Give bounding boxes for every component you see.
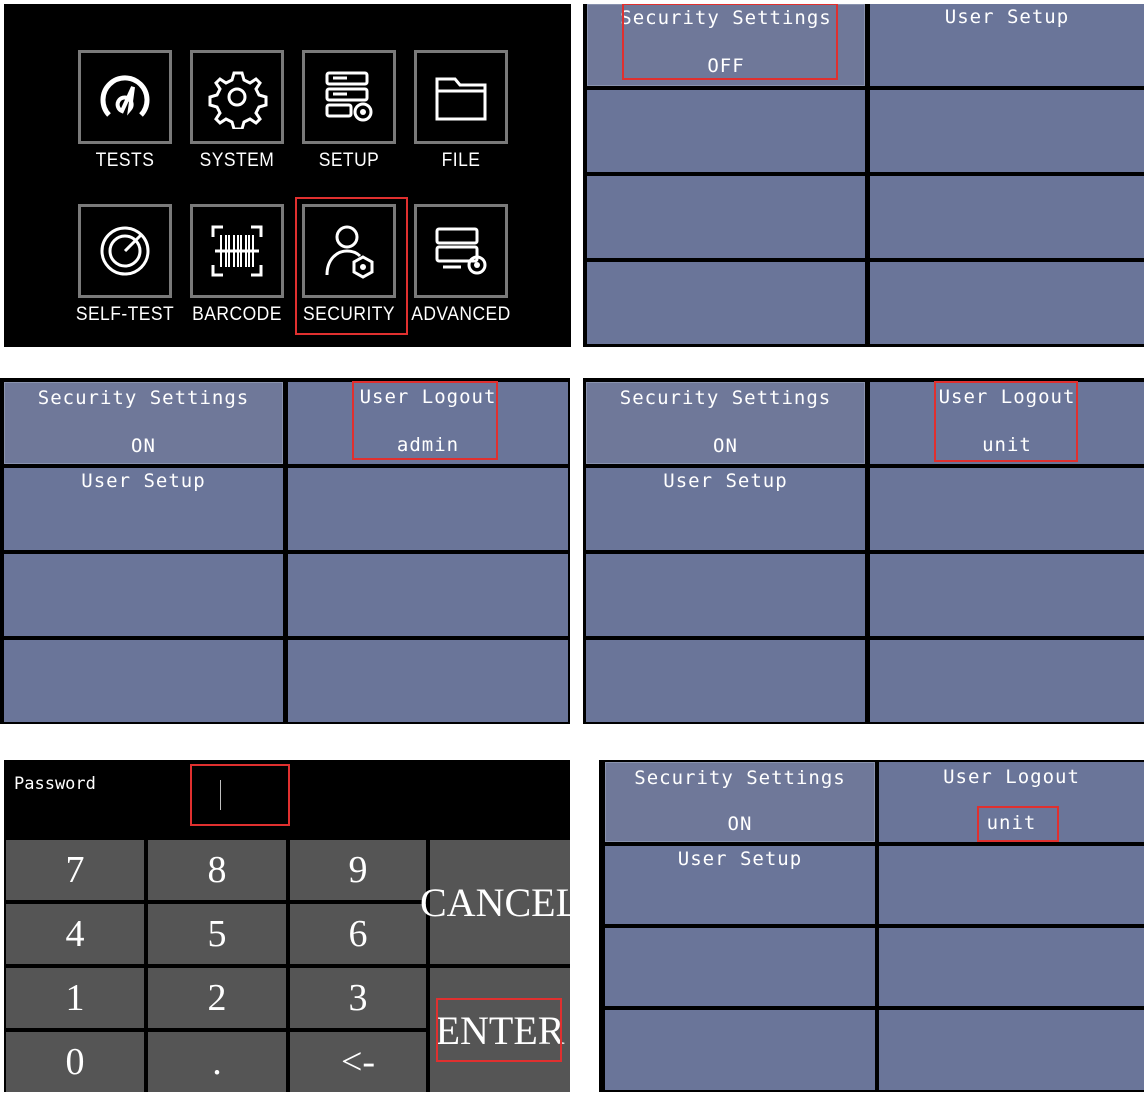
menu-label: FILE [441, 150, 481, 171]
empty-cell [870, 554, 1144, 636]
empty-cell [870, 90, 1144, 172]
user-shield-icon [302, 204, 396, 298]
menu-label: SETUP [318, 150, 380, 171]
server-gear-icon [302, 50, 396, 144]
menu-label: BARCODE [192, 304, 282, 325]
empty-cell [870, 176, 1144, 258]
empty-cell [870, 262, 1144, 344]
text-caret [220, 780, 221, 810]
user-setup-cell[interactable]: User Setup [605, 846, 875, 924]
server-settings-icon [414, 204, 508, 298]
empty-cell [586, 640, 865, 722]
security-screen-off: Security Settings OFF User Setup [583, 4, 1144, 347]
empty-cell [605, 928, 875, 1006]
security-settings-cell[interactable]: Security Settings ON [4, 382, 283, 464]
security-settings-title: Security Settings [37, 387, 250, 409]
empty-cell [288, 640, 568, 722]
empty-cell [605, 1010, 875, 1090]
enter-highlight [436, 998, 562, 1062]
folder-icon [414, 50, 508, 144]
security-settings-cell[interactable]: Security Settings ON [605, 762, 875, 842]
empty-cell [587, 176, 865, 258]
key-8[interactable]: 8 [148, 840, 286, 900]
user-logout-value-highlight [977, 806, 1059, 842]
backspace-key[interactable]: <- [290, 1032, 426, 1092]
menu-label: ADVANCED [411, 304, 511, 325]
empty-cell [587, 90, 865, 172]
user-logout-title: User Logout [943, 766, 1080, 788]
security-screen-unit-final: Security Settings ON User Logout unit Us… [599, 760, 1144, 1092]
user-setup-title: User Setup [81, 470, 206, 492]
security-settings-value: ON [727, 813, 753, 835]
radar-icon [78, 204, 172, 298]
empty-cell [870, 640, 1144, 722]
security-settings-cell[interactable]: Security Settings OFF [587, 4, 865, 86]
key-6[interactable]: 6 [290, 904, 426, 964]
empty-cell [4, 554, 283, 636]
user-setup-title: User Setup [663, 470, 788, 492]
security-settings-title: Security Settings [619, 387, 832, 409]
password-label: Password [14, 774, 96, 794]
user-logout-cell[interactable]: User Logout admin [288, 381, 568, 464]
key-9[interactable]: 9 [290, 840, 426, 900]
security-settings-value: ON [131, 435, 156, 457]
password-keypad: Password 7 8 9 4 5 6 1 2 3 0 . <- CANCEL… [4, 760, 570, 1092]
user-logout-highlight [352, 381, 498, 460]
user-setup-title: User Setup [677, 848, 803, 870]
security-screen-admin: Security Settings ON User Logout admin U… [0, 378, 570, 724]
menu-label: SYSTEM [199, 150, 275, 171]
empty-cell [879, 1010, 1144, 1090]
key-7[interactable]: 7 [6, 840, 144, 900]
main-menu: TESTS SYSTEM SETUP FILE SELF-TEST BARCOD… [4, 4, 571, 347]
user-setup-cell[interactable]: User Setup [586, 468, 865, 550]
empty-cell [879, 928, 1144, 1006]
empty-cell [288, 468, 568, 550]
enter-button[interactable]: ENTER [430, 968, 570, 1092]
security-screen-unit: Security Settings ON User Logout unit Us… [583, 378, 1144, 724]
empty-cell [870, 468, 1144, 550]
user-logout-cell[interactable]: User Logout unit [870, 381, 1144, 464]
user-logout-cell[interactable]: User Logout unit [879, 762, 1144, 842]
security-settings-highlight [622, 4, 838, 80]
key-4[interactable]: 4 [6, 904, 144, 964]
security-settings-value: ON [713, 435, 738, 457]
gear-icon [190, 50, 284, 144]
user-logout-highlight [934, 381, 1078, 462]
key-5[interactable]: 5 [148, 904, 286, 964]
key-3[interactable]: 3 [290, 968, 426, 1028]
security-settings-cell[interactable]: Security Settings ON [586, 382, 865, 464]
key-dot[interactable]: . [148, 1032, 286, 1092]
empty-cell [586, 554, 865, 636]
security-settings-title: Security Settings [634, 767, 846, 789]
empty-cell [288, 554, 568, 636]
empty-cell [879, 846, 1144, 924]
gauge-icon [78, 50, 172, 144]
password-input[interactable] [190, 764, 290, 826]
user-setup-cell[interactable]: User Setup [4, 468, 283, 550]
user-setup-cell[interactable]: User Setup [870, 4, 1144, 86]
empty-cell [4, 640, 283, 722]
empty-cell [587, 262, 865, 344]
key-2[interactable]: 2 [148, 968, 286, 1028]
user-setup-title: User Setup [944, 6, 1070, 28]
menu-label: TESTS [95, 150, 155, 171]
key-0[interactable]: 0 [6, 1032, 144, 1092]
key-1[interactable]: 1 [6, 968, 144, 1028]
menu-label: SELF-TEST [75, 304, 175, 325]
barcode-icon [190, 204, 284, 298]
cancel-button[interactable]: CANCEL [420, 840, 570, 964]
menu-label: SECURITY [302, 304, 396, 325]
